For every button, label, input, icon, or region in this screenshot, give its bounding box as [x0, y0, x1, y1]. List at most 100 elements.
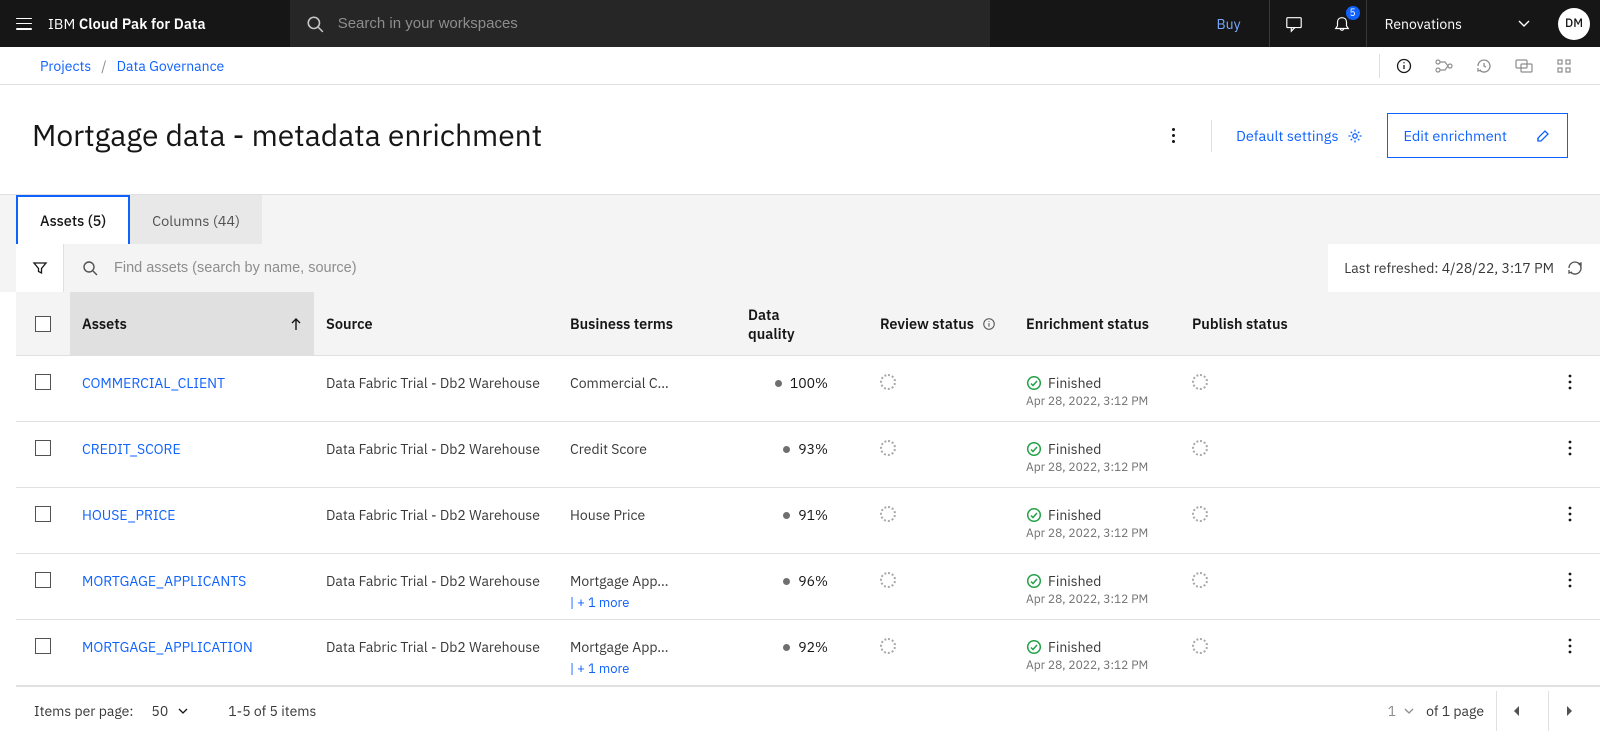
asset-link[interactable]: HOUSE_PRICE	[82, 506, 175, 524]
menu-button[interactable]	[0, 0, 48, 47]
terms-cell: Mortgage App… | + 1 more	[558, 638, 736, 677]
kebab-icon	[1568, 638, 1572, 654]
enrichment-cell: Finished Apr 28, 2022, 3:12 PM	[1014, 572, 1180, 607]
status-time: Apr 28, 2022, 3:12 PM	[1026, 526, 1148, 541]
brand-light: IBM	[48, 14, 79, 33]
edit-icon	[1535, 128, 1551, 144]
col-publish-status[interactable]: Publish status	[1180, 314, 1450, 333]
asset-link[interactable]: COMMERCIAL_CLIENT	[82, 374, 225, 392]
next-page-button[interactable]	[1548, 691, 1588, 731]
buy-link[interactable]: Buy	[1189, 0, 1270, 47]
grid-button[interactable]	[1544, 47, 1584, 85]
info-icon	[1396, 58, 1412, 74]
breadcrumb-bar: Projects / Data Governance	[0, 47, 1600, 85]
dq-value: 100%	[790, 374, 828, 392]
avatar[interactable]: DM	[1558, 8, 1590, 40]
col-enrichment-status[interactable]: Enrichment status	[1014, 314, 1180, 333]
info-icon	[982, 317, 996, 331]
last-refreshed: Last refreshed: 4/28/22, 3:17 PM	[1328, 244, 1600, 292]
col-data-quality[interactable]: Data quality	[736, 305, 868, 343]
status-time: Apr 28, 2022, 3:12 PM	[1026, 460, 1148, 475]
divider	[1211, 120, 1212, 152]
notification-count-badge: 5	[1346, 6, 1360, 20]
row-overflow-menu[interactable]	[1568, 638, 1572, 654]
breadcrumb-projects[interactable]: Projects	[40, 57, 91, 75]
brand-bold: Cloud Pak for Data	[79, 14, 206, 33]
asset-link[interactable]: MORTGAGE_APPLICANTS	[82, 572, 246, 590]
status-text: Finished	[1048, 440, 1101, 458]
org-name: Renovations	[1385, 15, 1462, 33]
review-cell	[868, 374, 1014, 390]
search-input[interactable]	[336, 14, 974, 33]
refresh-button[interactable]	[1566, 259, 1584, 277]
find-input[interactable]	[112, 259, 1328, 277]
row-checkbox[interactable]	[35, 572, 51, 588]
table-row: HOUSE_PRICE Data Fabric Trial - Db2 Ware…	[16, 488, 1600, 554]
default-settings-link[interactable]: Default settings	[1236, 126, 1362, 145]
breadcrumb-sep: /	[101, 57, 106, 75]
source-cell: Data Fabric Trial - Db2 Warehouse	[314, 374, 558, 392]
spinner-icon	[1192, 506, 1208, 522]
row-overflow-menu[interactable]	[1568, 506, 1572, 522]
row-checkbox[interactable]	[35, 506, 51, 522]
page-number: 1	[1388, 702, 1396, 720]
breadcrumb-data-governance[interactable]: Data Governance	[117, 57, 225, 75]
col-review-status[interactable]: Review status	[868, 314, 1014, 333]
review-cell	[868, 638, 1014, 654]
row-checkbox[interactable]	[35, 638, 51, 654]
terms-more-link[interactable]: | + 1 more	[570, 660, 668, 677]
status-time: Apr 28, 2022, 3:12 PM	[1026, 658, 1148, 673]
flow-button[interactable]	[1424, 47, 1464, 85]
asset-link[interactable]: MORTGAGE_APPLICATION	[82, 638, 253, 656]
dq-cell: 91%	[736, 506, 868, 524]
enrichment-cell: Finished Apr 28, 2022, 3:12 PM	[1014, 440, 1180, 475]
comments-icon	[1515, 58, 1533, 74]
global-search[interactable]	[290, 0, 990, 47]
row-checkbox[interactable]	[35, 374, 51, 390]
items-per-page-select[interactable]: 50	[151, 702, 188, 720]
terms-cell: Commercial C…	[558, 374, 736, 392]
col-select-all[interactable]	[16, 316, 70, 332]
enrichment-cell: Finished Apr 28, 2022, 3:12 PM	[1014, 506, 1180, 541]
page-overflow-menu[interactable]	[1167, 128, 1179, 143]
row-overflow-menu[interactable]	[1568, 374, 1572, 390]
edit-enrichment-button[interactable]: Edit enrichment	[1387, 113, 1568, 158]
find-assets[interactable]	[64, 259, 1328, 277]
chevron-down-icon	[178, 708, 188, 714]
chevron-down-icon	[1518, 20, 1530, 28]
info-button[interactable]	[1384, 47, 1424, 85]
status-text: Finished	[1048, 638, 1101, 656]
asset-link[interactable]: CREDIT_SCORE	[82, 440, 181, 458]
status-time: Apr 28, 2022, 3:12 PM	[1026, 592, 1148, 607]
page-number-select[interactable]: 1	[1388, 702, 1414, 720]
help-button[interactable]	[1270, 0, 1318, 47]
items-range: 1-5 of 5 items	[228, 702, 316, 720]
table-row: MORTGAGE_APPLICATION Data Fabric Trial -…	[16, 620, 1600, 686]
history-button[interactable]	[1464, 47, 1504, 85]
terms-more-link[interactable]: | + 1 more	[570, 594, 668, 611]
col-assets[interactable]: Assets	[70, 292, 314, 355]
hamburger-icon	[16, 18, 32, 30]
row-overflow-menu[interactable]	[1568, 572, 1572, 588]
quality-dot-icon	[783, 578, 790, 585]
row-checkbox[interactable]	[35, 440, 51, 456]
notifications-button[interactable]: 5	[1318, 0, 1366, 47]
comments-button[interactable]	[1504, 47, 1544, 85]
caret-left-icon	[1513, 706, 1521, 716]
row-overflow-menu[interactable]	[1568, 440, 1572, 456]
tab-assets[interactable]: Assets (5)	[16, 195, 130, 244]
col-business-terms[interactable]: Business terms	[558, 314, 736, 333]
last-refreshed-label: Last refreshed: 4/28/22, 3:17 PM	[1344, 259, 1554, 277]
prev-page-button[interactable]	[1496, 691, 1536, 731]
source-cell: Data Fabric Trial - Db2 Warehouse	[314, 638, 558, 656]
edit-enrichment-label: Edit enrichment	[1404, 126, 1507, 145]
tab-columns[interactable]: Columns (44)	[130, 195, 262, 244]
status-text: Finished	[1048, 506, 1101, 524]
status-text: Finished	[1048, 572, 1101, 590]
page-header: Mortgage data - metadata enrichment Defa…	[0, 85, 1600, 195]
kebab-icon	[1568, 506, 1572, 522]
filter-button[interactable]	[16, 244, 64, 292]
org-switcher[interactable]: Renovations	[1366, 0, 1548, 47]
caret-right-icon	[1565, 706, 1573, 716]
col-source[interactable]: Source	[314, 314, 558, 333]
